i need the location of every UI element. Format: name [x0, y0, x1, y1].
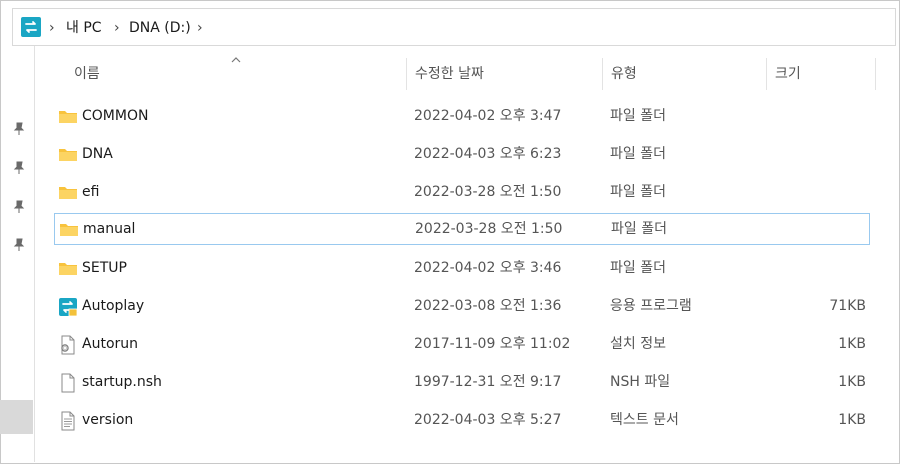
breadcrumb-drive-d[interactable]: DNA (D:) — [129, 9, 191, 47]
column-divider[interactable] — [766, 58, 767, 90]
file-row[interactable]: Autorun 2017-11-09 오후 11:02 설치 정보 1KB — [54, 329, 870, 361]
file-date: 2022-04-03 오후 6:23 — [414, 146, 562, 162]
file-date: 2022-04-02 오후 3:46 — [414, 260, 562, 276]
pin-icon[interactable] — [12, 200, 26, 214]
nav-scroll-block[interactable] — [0, 400, 33, 434]
file-name: DNA — [82, 146, 113, 162]
address-bar[interactable]: › 내 PC › DNA (D:) › — [12, 8, 896, 46]
sort-ascending-icon — [231, 57, 241, 63]
pin-icon[interactable] — [12, 122, 26, 136]
column-divider[interactable] — [602, 58, 603, 90]
file-type: NSH 파일 — [610, 374, 671, 390]
file-date: 2022-03-28 오전 1:50 — [414, 184, 562, 200]
file-row[interactable]: efi 2022-03-28 오전 1:50 파일 폴더 — [54, 177, 870, 209]
dna-app-icon — [21, 17, 41, 41]
file-type: 응용 프로그램 — [610, 298, 692, 314]
column-divider[interactable] — [875, 58, 876, 90]
pin-icon[interactable] — [12, 161, 26, 175]
file-row[interactable]: COMMON 2022-04-02 오후 3:47 파일 폴더 — [54, 101, 870, 133]
text-file-icon — [61, 411, 75, 431]
file-date: 1997-12-31 오전 9:17 — [414, 374, 562, 390]
file-size: 1KB — [838, 412, 866, 428]
column-header-size[interactable]: 크기 — [775, 58, 801, 90]
breadcrumb-this-pc[interactable]: 내 PC — [66, 9, 102, 47]
file-name: Autorun — [82, 336, 139, 352]
file-type: 파일 폴더 — [611, 221, 667, 237]
file-name: COMMON — [82, 108, 149, 124]
file-name: version — [82, 412, 134, 428]
file-row[interactable]: Autoplay 2022-03-08 오전 1:36 응용 프로그램 71KB — [54, 291, 870, 323]
file-name: efi — [82, 184, 100, 200]
navigation-pane — [0, 46, 35, 462]
blank-file-icon — [61, 373, 75, 393]
folder-icon — [60, 224, 78, 236]
file-name: manual — [83, 221, 136, 237]
folder-icon — [59, 149, 77, 161]
file-size: 71KB — [829, 298, 866, 314]
pin-icon[interactable] — [12, 238, 26, 252]
file-row[interactable]: startup.nsh 1997-12-31 오전 9:17 NSH 파일 1K… — [54, 367, 870, 399]
chevron-right-icon[interactable]: › — [197, 9, 203, 47]
folder-icon — [59, 263, 77, 275]
chevron-right-icon[interactable]: › — [114, 9, 120, 47]
file-type: 텍스트 문서 — [610, 412, 679, 428]
file-type: 파일 폴더 — [610, 260, 666, 276]
file-type: 파일 폴더 — [610, 146, 666, 162]
column-header-type[interactable]: 유형 — [611, 58, 637, 90]
autoplay-app-icon — [59, 298, 78, 317]
file-date: 2022-03-08 오전 1:36 — [414, 298, 562, 314]
file-row[interactable]: version 2022-04-03 오후 5:27 텍스트 문서 1KB — [54, 405, 870, 437]
file-date: 2022-04-03 오후 5:27 — [414, 412, 562, 428]
column-header-date[interactable]: 수정한 날짜 — [415, 58, 484, 90]
file-type: 파일 폴더 — [610, 108, 666, 124]
file-type: 설치 정보 — [610, 336, 666, 352]
file-row-selected[interactable]: manual 2022-03-28 오전 1:50 파일 폴더 — [54, 213, 870, 245]
chevron-right-icon[interactable]: › — [49, 9, 55, 47]
file-name: SETUP — [82, 260, 127, 276]
file-row[interactable]: DNA 2022-04-03 오후 6:23 파일 폴더 — [54, 139, 870, 171]
folder-icon — [59, 187, 77, 199]
file-date: 2022-04-02 오후 3:47 — [414, 108, 562, 124]
file-date: 2022-03-28 오전 1:50 — [415, 221, 563, 237]
file-type: 파일 폴더 — [610, 184, 666, 200]
settings-file-icon — [61, 335, 75, 355]
file-name: Autoplay — [82, 298, 145, 314]
file-name: startup.nsh — [82, 374, 162, 390]
file-date: 2017-11-09 오후 11:02 — [414, 336, 571, 352]
file-size: 1KB — [838, 336, 866, 352]
file-size: 1KB — [838, 374, 866, 390]
folder-icon — [59, 111, 77, 123]
column-divider[interactable] — [406, 58, 407, 90]
file-row[interactable]: SETUP 2022-04-02 오후 3:46 파일 폴더 — [54, 253, 870, 285]
column-header-name[interactable]: 이름 — [74, 58, 100, 90]
